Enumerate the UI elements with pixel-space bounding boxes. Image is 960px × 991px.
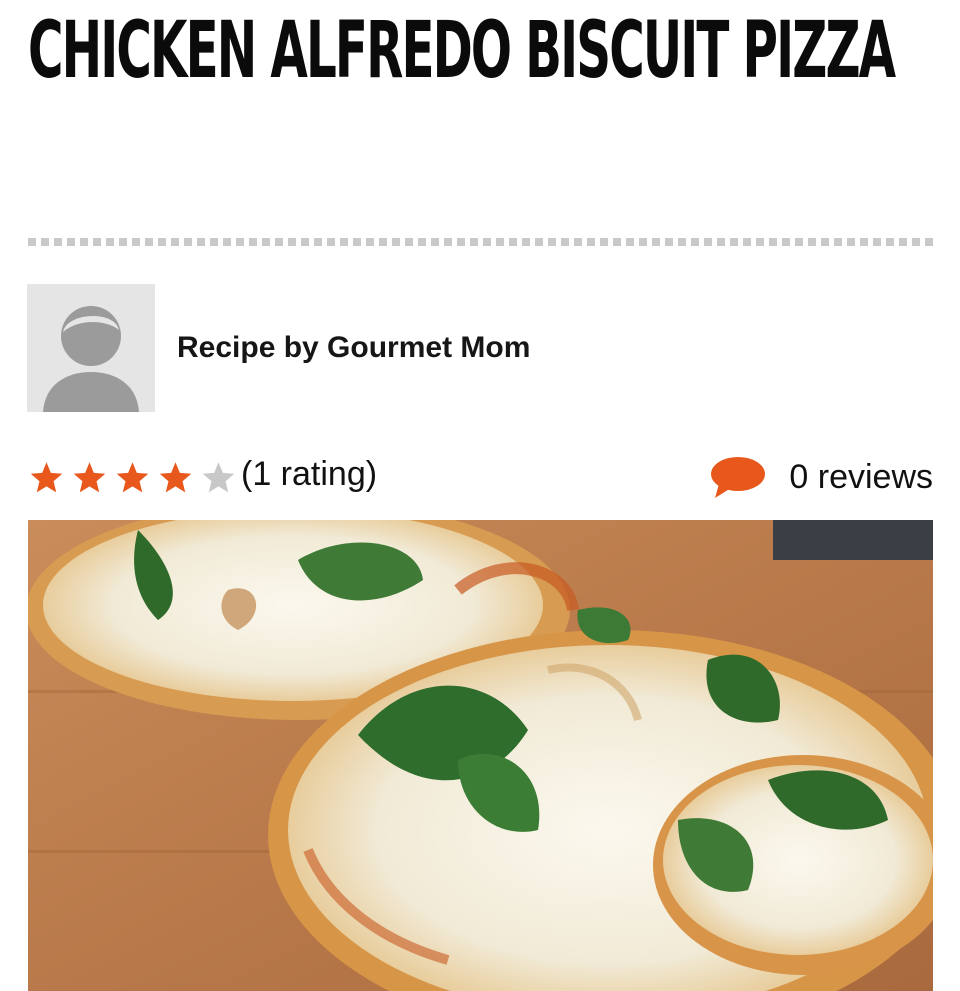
speech-bubble-icon[interactable] — [709, 454, 767, 500]
author-row[interactable]: Recipe by Gourmet Mom — [27, 284, 530, 412]
rating-count: (1 rating) — [241, 455, 378, 493]
reviews-link[interactable]: 0 reviews — [709, 454, 933, 500]
food-photo — [28, 520, 933, 991]
star-rating[interactable] — [28, 460, 243, 496]
recipe-title: CHICKEN ALFREDO BISCUIT PIZZA — [28, 6, 896, 96]
reviews-count[interactable]: 0 reviews — [789, 455, 933, 499]
star-icon[interactable] — [28, 460, 65, 496]
rating-row: (1 rating) 0 reviews — [28, 452, 933, 500]
star-icon[interactable] — [114, 460, 151, 496]
star-icon[interactable] — [157, 460, 194, 496]
author-name[interactable]: Recipe by Gourmet Mom — [177, 331, 530, 365]
dotted-divider — [28, 238, 933, 246]
star-icon[interactable] — [200, 460, 237, 496]
user-avatar-placeholder-icon[interactable] — [27, 284, 155, 412]
star-icon[interactable] — [71, 460, 108, 496]
